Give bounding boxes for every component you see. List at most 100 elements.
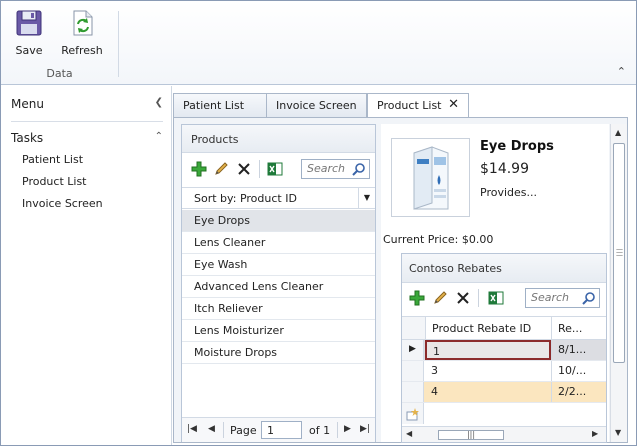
save-icon [16, 10, 42, 36]
scroll-grip-icon: — — — [616, 245, 623, 259]
delete-icon[interactable] [236, 161, 252, 177]
excel-export-icon[interactable] [267, 161, 283, 177]
ribbon-collapse-icon[interactable]: ⌃ [617, 65, 626, 78]
sidebar-item-product-list[interactable]: Product List [22, 175, 87, 188]
list-item[interactable]: Itch Reliever [182, 298, 375, 320]
table-cell[interactable]: 10/... [551, 361, 606, 381]
sidebar-menu-label: Menu [11, 97, 44, 111]
first-page-icon[interactable]: |◀ [187, 424, 197, 434]
tab-product-list[interactable]: Product List ✕ [367, 93, 469, 118]
table-row[interactable]: 3 10/... [402, 361, 606, 382]
add-icon[interactable] [409, 290, 425, 306]
sidebar-tasks-label: Tasks [11, 131, 44, 145]
rebates-toolbar: Search [402, 284, 606, 313]
tab-label: Patient List [183, 99, 245, 112]
divider [11, 121, 163, 122]
row-indicator-header [402, 317, 425, 339]
list-item[interactable]: Lens Moisturizer [182, 320, 375, 342]
sidebar-menu-header[interactable]: Menu ❮ [11, 97, 163, 111]
scroll-left-icon[interactable]: ◀ [406, 429, 412, 438]
pager-separator [337, 422, 338, 438]
edit-icon[interactable] [432, 290, 448, 306]
products-title: Products [182, 125, 375, 153]
table-cell[interactable]: 3 [425, 361, 551, 381]
refresh-icon [73, 10, 93, 36]
close-icon[interactable]: ✕ [448, 97, 459, 112]
tab-label: Invoice Screen [276, 99, 357, 112]
table-cell[interactable]: 4 [425, 382, 551, 402]
sidebar-tasks-header[interactable]: Tasks ⌃ [11, 131, 163, 145]
scroll-thumb[interactable]: — — — [613, 143, 625, 363]
delete-icon[interactable] [455, 290, 471, 306]
pager: |◀ ◀ Page 1 of 1 ▶ ▶| [182, 417, 375, 442]
sort-dropdown[interactable]: Sort by: Product ID ▼ [182, 187, 375, 209]
grid-header: Product Rebate ID Re... [402, 316, 606, 340]
scroll-up-icon[interactable]: ▲ [615, 128, 621, 137]
page-count: of 1 [309, 424, 331, 437]
current-price: Current Price: $0.00 [383, 233, 494, 246]
products-search-input[interactable]: Search [301, 159, 370, 179]
chevron-up-icon[interactable]: ⌃ [155, 131, 163, 142]
page-input[interactable]: 1 [261, 421, 302, 439]
rebates-search-input[interactable]: Search [525, 288, 600, 308]
app-window: Save Refresh Data ⌃ Menu ❮ Tasks ⌃ Patie… [0, 0, 637, 446]
product-image [391, 138, 470, 217]
table-row[interactable]: ▶ 1 8/1... [402, 340, 606, 361]
list-item[interactable]: Advanced Lens Cleaner [182, 276, 375, 298]
pager-separator [223, 422, 224, 438]
products-toolbar: Search [182, 155, 375, 184]
add-icon[interactable] [191, 161, 207, 177]
row-indicator [402, 382, 424, 402]
scroll-right-icon[interactable]: ▶ [592, 429, 598, 438]
edit-icon[interactable] [213, 161, 229, 177]
sidebar-item-invoice-screen[interactable]: Invoice Screen [22, 197, 103, 210]
table-cell[interactable]: 1 [425, 340, 551, 360]
search-icon[interactable] [582, 291, 596, 305]
vertical-scrollbar[interactable]: ▲ — — — ▼ [610, 124, 627, 442]
product-price: $14.99 [480, 161, 529, 177]
sidebar-item-patient-list[interactable]: Patient List [22, 153, 83, 166]
list-item[interactable]: Eye Wash [182, 254, 375, 276]
column-header-re[interactable]: Re... [551, 317, 606, 339]
scroll-thumb[interactable]: ||| [438, 430, 504, 440]
page-label: Page [230, 424, 257, 437]
ribbon-group-label: Data [46, 67, 73, 80]
refresh-button[interactable]: Refresh [59, 9, 105, 57]
column-header-rebate-id[interactable]: Product Rebate ID [425, 317, 551, 339]
table-cell[interactable]: 8/1... [551, 340, 606, 360]
chevron-down-icon[interactable]: ▼ [358, 188, 375, 208]
table-cell[interactable]: 2/2... [551, 382, 606, 402]
scroll-down-icon[interactable]: ▼ [615, 428, 621, 437]
product-description: Provides... [480, 186, 537, 199]
list-item[interactable]: Eye Drops [182, 210, 375, 232]
sidebar: Menu ❮ Tasks ⌃ Patient List Product List… [1, 86, 172, 445]
tab-label: Product List [377, 99, 442, 112]
toolbar-separator [259, 160, 260, 178]
new-row-icon [406, 408, 419, 421]
row-indicator: ▶ [402, 340, 424, 360]
list-item[interactable]: Moisture Drops [182, 342, 375, 364]
product-name: Eye Drops [480, 139, 554, 154]
search-placeholder: Search [531, 291, 570, 304]
new-row[interactable] [402, 403, 606, 424]
rebates-panel: Contoso Rebates Search Product Rebate ID… [401, 253, 607, 443]
tab-patient-list[interactable]: Patient List [173, 93, 267, 117]
eye-drops-box-icon [413, 146, 449, 210]
last-page-icon[interactable]: ▶| [360, 424, 370, 434]
tab-invoice-screen[interactable]: Invoice Screen [266, 93, 367, 117]
products-panel: Products Search Sort by: Product ID ▼ Ey… [181, 124, 376, 442]
horizontal-scrollbar[interactable]: ◀ ||| ▶ [402, 426, 606, 442]
chevron-left-icon[interactable]: ❮ [155, 97, 163, 108]
rebates-title: Contoso Rebates [402, 254, 606, 283]
save-button[interactable]: Save [10, 9, 48, 57]
refresh-label: Refresh [61, 44, 103, 57]
excel-export-icon[interactable] [488, 290, 504, 306]
save-label: Save [15, 44, 43, 57]
ribbon-separator [118, 11, 119, 77]
table-row[interactable]: 4 2/2... [402, 382, 606, 403]
toolbar-separator [478, 289, 479, 307]
list-item[interactable]: Lens Cleaner [182, 232, 375, 254]
prev-page-icon[interactable]: ◀ [208, 424, 215, 434]
next-page-icon[interactable]: ▶ [344, 424, 351, 434]
search-icon[interactable] [352, 162, 366, 176]
